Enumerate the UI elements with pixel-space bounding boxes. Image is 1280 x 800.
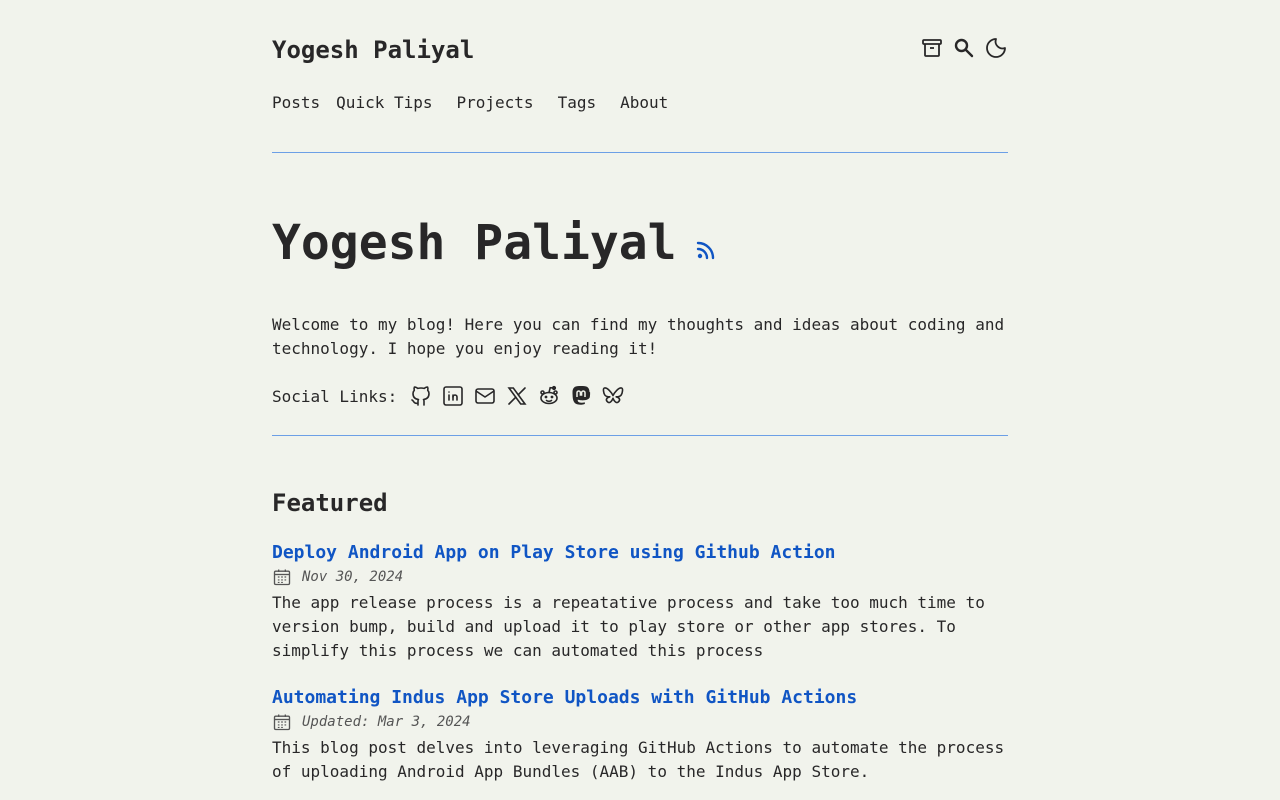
main-nav: Posts Quick Tips Projects Tags About (272, 93, 692, 112)
calendar-icon (273, 714, 291, 731)
post-item: Automating Indus App Store Uploads with … (272, 687, 1008, 784)
linkedin-icon[interactable] (441, 384, 465, 408)
post-date: Updated: Mar 3, 2024 (302, 714, 471, 730)
x-icon[interactable] (505, 384, 529, 408)
mail-icon[interactable] (473, 384, 497, 408)
post-description: This blog post delves into leveraging Gi… (272, 738, 1005, 781)
theme-toggle-icon[interactable] (984, 34, 1008, 62)
reddit-icon[interactable] (537, 384, 561, 408)
site-title[interactable]: Yogesh Paliyal (272, 36, 474, 64)
social-links: Social Links: (272, 381, 1008, 411)
github-icon[interactable] (409, 384, 433, 408)
intro-text: Welcome to my blog! Here you can find my… (272, 315, 1005, 358)
archive-icon[interactable] (920, 34, 944, 62)
hero-divider (272, 435, 1008, 436)
post-meta: Nov 30, 2024 (272, 567, 1008, 587)
post-description: The app release process is a repeatative… (272, 593, 985, 660)
rss-icon[interactable] (694, 238, 718, 262)
search-icon[interactable] (952, 34, 976, 62)
post-title-link[interactable]: Deploy Android App on Play Store using G… (272, 542, 836, 563)
calendar-icon (273, 569, 291, 586)
post-item: Deploy Android App on Play Store using G… (272, 542, 1008, 663)
featured-heading: Featured (272, 489, 388, 517)
featured-section: Featured Deploy Android App on Play Stor… (272, 488, 1008, 784)
nav-projects[interactable]: Projects (457, 93, 534, 112)
header-actions (920, 34, 1008, 62)
nav-quick-tips[interactable]: Quick Tips (336, 93, 432, 112)
post-meta: Updated: Mar 3, 2024 (272, 712, 1008, 732)
mastodon-icon[interactable] (569, 384, 593, 408)
social-label: Social Links: (272, 386, 398, 406)
post-title-link[interactable]: Automating Indus App Store Uploads with … (272, 687, 857, 708)
post-date: Nov 30, 2024 (302, 569, 404, 585)
site-header: Yogesh Paliyal Posts Quick Tips Projects… (272, 0, 1008, 153)
nav-tags[interactable]: Tags (558, 93, 597, 112)
nav-posts[interactable]: Posts (272, 93, 320, 112)
hero: Yogesh Paliyal Welcome to my blog! Here … (272, 153, 1008, 411)
nav-about[interactable]: About (620, 93, 668, 112)
bluesky-icon[interactable] (601, 384, 625, 408)
hero-title: Yogesh Paliyal (272, 215, 677, 271)
